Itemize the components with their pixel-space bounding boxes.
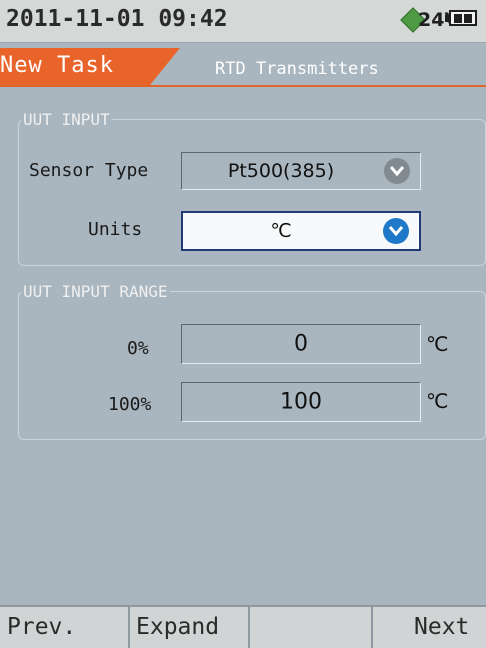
range-100-label: 100% bbox=[108, 394, 152, 415]
range-0-value: 0 bbox=[294, 331, 308, 357]
units-value: ℃ bbox=[270, 220, 292, 242]
chevron-down-icon[interactable] bbox=[383, 218, 409, 244]
uut-input-legend: UUT INPUT bbox=[23, 110, 110, 129]
units-label: Units bbox=[88, 219, 143, 240]
datetime-text: 2011-11-01 09:42 bbox=[6, 6, 228, 32]
range-100-input[interactable]: 100 bbox=[181, 382, 421, 422]
next-button[interactable]: Next bbox=[373, 607, 486, 648]
units-select[interactable]: ℃ bbox=[181, 211, 421, 251]
sensor-type-select[interactable]: Pt500(385) bbox=[181, 152, 421, 190]
range-0-label: 0% bbox=[127, 338, 149, 359]
range-0-input[interactable]: 0 bbox=[181, 324, 421, 364]
range-0-unit: ℃ bbox=[426, 332, 449, 356]
uut-input-range-legend: UUT INPUT RANGE bbox=[23, 282, 168, 301]
page-title: RTD Transmitters bbox=[215, 59, 379, 79]
expand-button[interactable]: Expand bbox=[130, 607, 250, 648]
battery-icon bbox=[445, 10, 477, 26]
chevron-down-icon[interactable] bbox=[384, 158, 410, 184]
range-100-unit: ℃ bbox=[426, 389, 449, 413]
tab-bar: New Task RTD Transmitters bbox=[0, 43, 486, 87]
expand-button-label: Expand bbox=[136, 614, 220, 640]
status-bar: 2011-11-01 09:42 24V bbox=[0, 0, 486, 43]
next-button-label: Next bbox=[414, 614, 470, 640]
range-100-value: 100 bbox=[280, 389, 322, 415]
prev-button[interactable]: Prev. bbox=[0, 607, 130, 648]
sensor-type-value: Pt500(385) bbox=[227, 160, 335, 182]
tab-new-task-label[interactable]: New Task bbox=[0, 53, 114, 78]
softkey-bar: Prev. Expand Next bbox=[0, 605, 486, 648]
blank-softkey[interactable] bbox=[250, 607, 373, 648]
sensor-type-label: Sensor Type bbox=[29, 160, 149, 181]
prev-button-label: Prev. bbox=[7, 614, 77, 640]
